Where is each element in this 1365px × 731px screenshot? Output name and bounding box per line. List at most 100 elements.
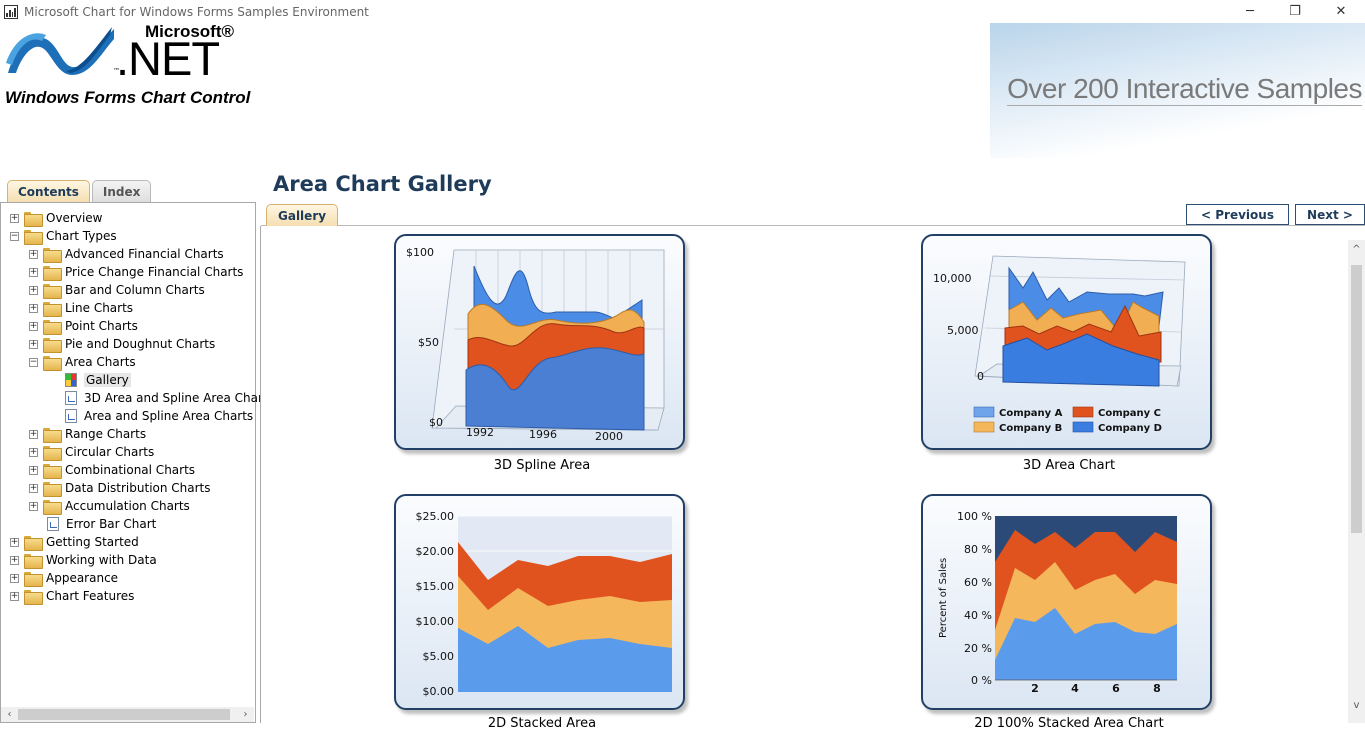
folder-icon	[24, 553, 43, 569]
thumbnail-2d-100-stacked-area[interactable]: 100 % 80 % 60 % 40 % 20 % 0 % 2 4 6 8 Pe…	[921, 494, 1212, 710]
expand-toggle[interactable]: +	[29, 267, 38, 277]
caption-3d-area-chart[interactable]: 3D Area Chart	[919, 458, 1219, 473]
tree-item-area-spline[interactable]: Area and Spline Area Charts	[65, 407, 253, 425]
expand-toggle[interactable]: +	[29, 483, 38, 493]
tree-item-area-charts[interactable]: − Area Charts	[29, 353, 136, 371]
tree-item-label: Pie and Doughnut Charts	[65, 337, 216, 351]
tree-item-label: Chart Types	[46, 229, 117, 243]
scroll-left-arrow-icon[interactable]: ‹	[1, 707, 18, 722]
expand-toggle[interactable]: +	[29, 303, 38, 313]
y-tick-label: 40 %	[964, 609, 992, 622]
expand-toggle[interactable]: +	[29, 249, 38, 259]
thumbnail-2d-stacked-area[interactable]: $25.00 $20.00 $15.00 $10.00 $5.00 $0.00	[394, 494, 685, 710]
scroll-right-arrow-icon[interactable]: ›	[237, 707, 254, 722]
tree-item-error-bar[interactable]: Error Bar Chart	[47, 515, 156, 533]
app-chart-icon	[4, 4, 18, 19]
chart-2d-stacked-area: $25.00 $20.00 $15.00 $10.00 $5.00 $0.00	[416, 510, 672, 698]
folder-icon	[43, 247, 62, 263]
caption-2d-stacked-area[interactable]: 2D Stacked Area	[392, 716, 692, 731]
tree-item-working-with-data[interactable]: + Working with Data	[10, 551, 157, 569]
folder-icon	[24, 229, 43, 245]
expand-toggle[interactable]: +	[10, 591, 19, 601]
expand-toggle[interactable]: +	[29, 465, 38, 475]
expand-toggle[interactable]: +	[29, 321, 38, 331]
tree-item-price-change[interactable]: + Price Change Financial Charts	[29, 263, 243, 281]
caption-2d-100-stacked-area[interactable]: 2D 100% Stacked Area Chart	[919, 716, 1219, 731]
expand-toggle[interactable]: +	[29, 447, 38, 457]
folder-icon	[43, 283, 62, 299]
tree-item-range-charts[interactable]: + Range Charts	[29, 425, 146, 443]
folder-icon	[43, 445, 62, 461]
tree-item-pie-doughnut[interactable]: + Pie and Doughnut Charts	[29, 335, 215, 353]
next-button[interactable]: Next >	[1295, 204, 1365, 225]
navigation-tabs: Contents Index	[7, 180, 152, 202]
chart-3d-area: 10,000 5,000 0 Company A Company C Compa…	[933, 255, 1186, 434]
tree-item-label: Working with Data	[46, 553, 157, 567]
y-tick-label: 0 %	[971, 674, 992, 687]
caption-3d-spline-area[interactable]: 3D Spline Area	[392, 458, 692, 473]
expand-toggle[interactable]: +	[29, 429, 38, 439]
chart-3d-spline-area: $100 $50 $0 1992 1996 2000	[406, 246, 665, 443]
minimize-button[interactable]: ─	[1227, 0, 1273, 23]
collapse-toggle[interactable]: −	[29, 357, 38, 367]
y-tick-label: 5,000	[947, 324, 979, 337]
tree-item-chart-features[interactable]: + Chart Features	[10, 587, 134, 605]
thumbnail-3d-spline-area[interactable]: $100 $50 $0 1992 1996 2000	[394, 234, 685, 450]
tree-item-combinational[interactable]: + Combinational Charts	[29, 461, 195, 479]
x-tick-label: 6	[1112, 682, 1120, 695]
collapse-toggle[interactable]: −	[10, 231, 19, 241]
y-tick-label: $10.00	[416, 615, 455, 628]
tree-item-chart-types[interactable]: − Chart Types	[10, 227, 117, 245]
tree-item-advanced-financial[interactable]: + Advanced Financial Charts	[29, 245, 224, 263]
tree-item-label: Point Charts	[65, 319, 138, 333]
tree-item-accumulation[interactable]: + Accumulation Charts	[29, 497, 190, 515]
tree-item-data-distribution[interactable]: + Data Distribution Charts	[29, 479, 211, 497]
scroll-down-arrow-icon[interactable]: v	[1348, 698, 1365, 713]
tree-item-label: 3D Area and Spline Area Charts	[84, 391, 274, 405]
contents-tree: + Overview − Chart Types + Advanced Financi…	[0, 202, 274, 723]
content-vertical-scrollbar[interactable]: ^ v	[1348, 240, 1365, 723]
restore-button[interactable]: ❐	[1272, 0, 1318, 23]
window-titlebar: Microsoft Chart for Windows Forms Sample…	[0, 0, 1365, 23]
close-button[interactable]: ✕	[1318, 0, 1364, 23]
previous-button[interactable]: < Previous	[1186, 204, 1289, 225]
tab-contents[interactable]: Contents	[7, 180, 90, 202]
x-tick-label: 2	[1031, 682, 1039, 695]
tree-item-appearance[interactable]: + Appearance	[10, 569, 118, 587]
expand-toggle[interactable]: +	[29, 285, 38, 295]
tree-item-getting-started[interactable]: + Getting Started	[10, 533, 139, 551]
expand-toggle[interactable]: +	[10, 573, 19, 583]
tree-item-3d-area-spline[interactable]: 3D Area and Spline Area Charts	[65, 389, 274, 407]
thumbnail-3d-area-chart[interactable]: 10,000 5,000 0 Company A Company C Compa…	[921, 234, 1212, 450]
x-tick-label: 1992	[466, 426, 494, 439]
expand-toggle[interactable]: +	[10, 213, 19, 223]
tree-item-label: Accumulation Charts	[65, 499, 190, 513]
tree-item-gallery[interactable]: Gallery	[65, 371, 131, 389]
tree-horizontal-scrollbar[interactable]: ‹ ›	[1, 707, 254, 722]
expand-toggle[interactable]: +	[10, 537, 19, 547]
tab-index[interactable]: Index	[91, 180, 152, 202]
expand-toggle[interactable]: +	[29, 501, 38, 511]
expand-toggle[interactable]: +	[29, 339, 38, 349]
page-icon	[65, 409, 77, 423]
tree-item-line-charts[interactable]: + Line Charts	[29, 299, 133, 317]
tree-item-label: Bar and Column Charts	[65, 283, 205, 297]
tree-item-bar-column[interactable]: + Bar and Column Charts	[29, 281, 205, 299]
expand-toggle[interactable]: +	[10, 555, 19, 565]
x-tick-label: 8	[1153, 682, 1161, 695]
tree-item-label: Price Change Financial Charts	[65, 265, 244, 279]
tree-item-overview[interactable]: + Overview	[10, 209, 103, 227]
chart-100-stacked-area: 100 % 80 % 60 % 40 % 20 % 0 % 2 4 6 8 Pe…	[938, 510, 1177, 695]
y-tick-label: 10,000	[933, 272, 972, 285]
tree-item-point-charts[interactable]: + Point Charts	[29, 317, 138, 335]
folder-icon	[24, 589, 43, 605]
folder-icon	[43, 301, 62, 317]
y-tick-label: $25.00	[416, 510, 455, 523]
folder-icon	[24, 211, 43, 227]
scroll-up-arrow-icon[interactable]: ^	[1348, 242, 1365, 257]
scrollbar-thumb[interactable]	[18, 709, 230, 720]
tree-item-circular-charts[interactable]: + Circular Charts	[29, 443, 154, 461]
tab-gallery[interactable]: Gallery	[266, 204, 339, 226]
y-tick-label: 60 %	[964, 576, 992, 589]
scrollbar-thumb[interactable]	[1351, 265, 1362, 533]
